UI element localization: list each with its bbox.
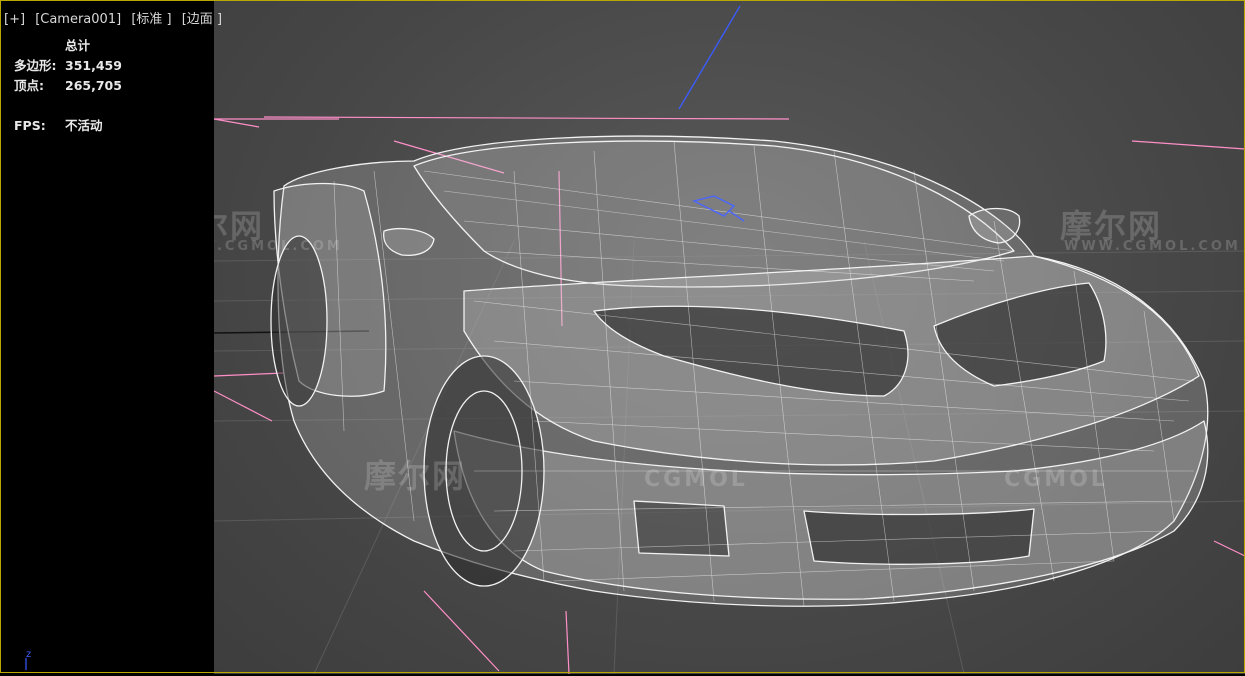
vertices-value: 265,705 [65, 78, 122, 93]
polygons-value: 351,459 [65, 58, 122, 73]
viewport-label-bar: [+] [Camera001] [标准 ] [边面 ] [4, 8, 228, 27]
polygons-label: 多边形: [14, 58, 57, 73]
axis-gizmo: z [18, 644, 48, 672]
fps-label: FPS: [14, 118, 46, 133]
stats-title: 总计 [65, 38, 91, 53]
viewport-display-mode-menu[interactable]: [边面 ] [182, 12, 222, 27]
viewport-camera-menu[interactable]: [Camera001] [35, 12, 121, 27]
viewport-canvas[interactable]: 摩尔网 WWW.CGMOL.COM 摩尔网 WWW.CGMOL.COM 摩尔网 … [214, 0, 1245, 674]
z-axis-label: z [26, 649, 31, 660]
viewport-shading-menu[interactable]: [标准 ] [131, 12, 171, 27]
scene-statistics: 总计 多边形: 351,459 顶点: 265,705 FPS: 不活动 [14, 36, 122, 136]
vertices-label: 顶点: [14, 78, 44, 93]
wireframe-scene [214, 5, 1245, 674]
fps-value: 不活动 [65, 118, 103, 133]
viewport-menu-button[interactable]: [+] [4, 12, 25, 27]
